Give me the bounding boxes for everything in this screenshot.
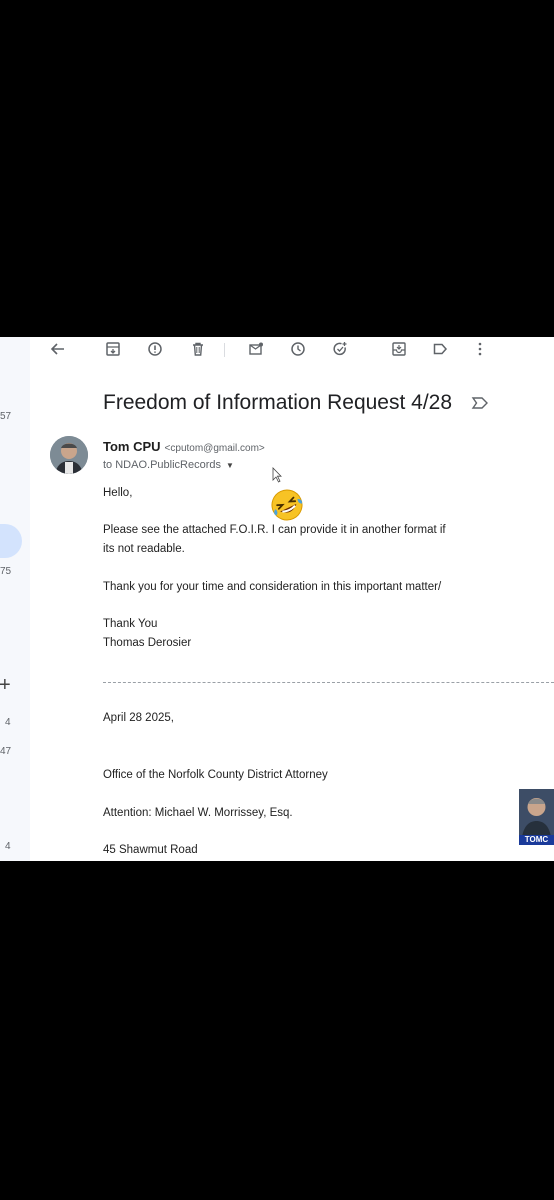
- quote-divider: [103, 682, 554, 683]
- more-vert-icon[interactable]: [472, 341, 488, 357]
- email-screen: 57 75 + 4 47 4: [0, 337, 554, 861]
- laughing-emoji-icon: [270, 488, 304, 522]
- left-nav-rail: 57 75 + 4 47 4: [0, 337, 30, 861]
- back-arrow-icon[interactable]: [50, 341, 66, 357]
- recipient-line[interactable]: to NDAO.PublicRecords ▼: [103, 459, 234, 471]
- nav-count[interactable]: 47: [0, 746, 11, 757]
- email-toolbar: [30, 337, 554, 363]
- recipient-text: to NDAO.PublicRecords: [103, 459, 221, 471]
- nav-count[interactable]: 4: [5, 841, 11, 852]
- importance-marker-icon[interactable]: [471, 396, 489, 410]
- webcam-label: TOMC: [519, 835, 554, 845]
- letter-address: 45 Shawmut Road: [103, 844, 198, 856]
- email-signature: Thomas Derosier: [103, 637, 192, 649]
- nav-count[interactable]: 75: [0, 566, 11, 577]
- add-task-icon[interactable]: [332, 341, 348, 357]
- email-signoff: Thank You: [103, 618, 158, 630]
- nav-selected-item[interactable]: [0, 524, 22, 558]
- mouse-cursor-icon: [272, 467, 282, 483]
- email-subject: Freedom of Information Request 4/28: [103, 391, 453, 414]
- email-body-line: Thank you for your time and consideratio…: [103, 581, 442, 593]
- sender-line: Tom CPU <cputom@gmail.com>: [103, 438, 265, 456]
- sender-name[interactable]: Tom CPU: [103, 439, 161, 454]
- create-label-button[interactable]: +: [0, 675, 11, 695]
- snooze-icon[interactable]: [290, 341, 306, 357]
- email-greeting: Hello,: [103, 487, 133, 499]
- sender-email: <cputom@gmail.com>: [164, 443, 265, 454]
- report-spam-icon[interactable]: [147, 341, 163, 357]
- move-to-icon[interactable]: [391, 341, 407, 357]
- delete-icon[interactable]: [190, 341, 206, 357]
- letter-attention: Attention: Michael W. Morrissey, Esq.: [103, 807, 293, 819]
- nav-count[interactable]: 57: [0, 411, 11, 422]
- email-body-line: Please see the attached F.O.I.R. I can p…: [103, 524, 446, 536]
- toolbar-divider: [224, 343, 225, 357]
- letter-recipient-office: Office of the Norfolk County District At…: [103, 769, 328, 781]
- nav-count[interactable]: 4: [5, 717, 11, 728]
- archive-icon[interactable]: [105, 341, 121, 357]
- webcam-overlay: TOMC: [519, 789, 554, 845]
- chevron-down-icon[interactable]: ▼: [226, 461, 234, 470]
- label-icon[interactable]: [432, 341, 448, 357]
- letter-date: April 28 2025,: [103, 712, 174, 724]
- sender-avatar[interactable]: [50, 436, 88, 474]
- mark-unread-icon[interactable]: [248, 341, 264, 357]
- email-body-line: its not readable.: [103, 543, 185, 555]
